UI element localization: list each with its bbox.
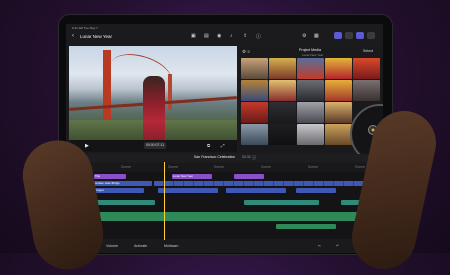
- video-clip[interactable]: [154, 181, 380, 186]
- video-clip[interactable]: [158, 188, 218, 193]
- viewer-controls: ▶ 00:00:07:11 ⧉ ⤢: [69, 140, 237, 152]
- thumb[interactable]: [325, 58, 352, 79]
- info-icon[interactable]: ⓘ: [252, 155, 256, 161]
- thumb[interactable]: [269, 58, 296, 79]
- timeline-duration: 00:32: [242, 155, 251, 159]
- video-clip[interactable]: [226, 188, 286, 193]
- thumb[interactable]: [325, 80, 352, 101]
- thumb[interactable]: [241, 58, 268, 79]
- info-icon[interactable]: ⓘ: [256, 33, 261, 40]
- couple-figures: [143, 76, 165, 140]
- settings-icon[interactable]: ⚙: [302, 33, 306, 39]
- thumb[interactable]: [241, 124, 268, 145]
- top-bar: 9:41 AM Tue May 7 ‹ Lunar New Year ▣ ▤ ◉…: [66, 24, 383, 44]
- thumb[interactable]: [353, 58, 380, 79]
- photo-icon[interactable]: ▣: [191, 33, 196, 39]
- grid-view-icon[interactable]: ▦: [314, 33, 319, 39]
- thumb[interactable]: [297, 58, 324, 79]
- effects-button[interactable]: [345, 32, 353, 39]
- timecode: 00:00:07:11: [144, 142, 166, 149]
- fullscreen-icon[interactable]: ⤢: [221, 143, 225, 148]
- titles-button[interactable]: [356, 32, 364, 39]
- timeline-header: San Francisco Celebration 00:32 ⓘ: [66, 154, 383, 162]
- project-title: Lunar New Year: [80, 34, 113, 39]
- thumb[interactable]: [297, 124, 324, 145]
- thumb[interactable]: [297, 102, 324, 123]
- ruler-label: Scene: [121, 165, 131, 169]
- browser-subtitle: Lunar New Year: [302, 53, 324, 57]
- ruler-label: Scene: [261, 165, 271, 169]
- timeline-project-name: San Francisco Celebration: [194, 155, 236, 159]
- camera-icon[interactable]: ◉: [217, 33, 221, 39]
- dragon-clip[interactable]: Dragon: [94, 188, 144, 193]
- thumb[interactable]: [325, 102, 352, 123]
- ruler-label: Scene: [168, 165, 178, 169]
- timeline-tracks: Title Lunar New Year Golden Gate Bridge …: [66, 172, 383, 239]
- bridge-tower-far: [168, 74, 172, 110]
- playhead[interactable]: [164, 162, 165, 240]
- play-icon[interactable]: ▶: [85, 143, 89, 149]
- media-browser-button[interactable]: [334, 32, 342, 39]
- timeline-ruler: Scene Scene Scene Scene Scene Scene: [66, 163, 383, 172]
- volume-button[interactable]: Volume: [106, 244, 118, 248]
- animate-button[interactable]: Animate: [134, 244, 147, 248]
- select-button[interactable]: Select: [363, 49, 373, 53]
- ruler-label: Scene: [214, 165, 224, 169]
- audio-clip[interactable]: [244, 200, 319, 205]
- music-clip[interactable]: Music: [80, 212, 380, 221]
- bottom-toolbar: Inspect Volume Animate Multicam ✂ ↶ ⌫: [66, 241, 383, 253]
- status-time: 9:41 AM Tue May 7: [72, 26, 98, 30]
- title-clip[interactable]: Lunar New Year: [172, 174, 212, 179]
- video-clip[interactable]: [296, 188, 336, 193]
- undo-icon[interactable]: ↶: [336, 244, 339, 248]
- split-icon[interactable]: ✂: [318, 244, 321, 248]
- browser-icons[interactable]: ⚙ ≡: [242, 49, 250, 55]
- thumb[interactable]: [353, 80, 380, 101]
- ruler-label: Scene: [308, 165, 318, 169]
- multicam-button[interactable]: Multicam: [164, 244, 178, 248]
- video-viewer[interactable]: [69, 46, 237, 140]
- export-icon[interactable]: ⇪: [243, 33, 247, 39]
- video-clip[interactable]: Golden Gate Bridge: [94, 181, 152, 186]
- browser-title: Project Media: [299, 48, 321, 52]
- thumb[interactable]: [297, 80, 324, 101]
- thumb[interactable]: [241, 80, 268, 101]
- bridge-cable: [105, 46, 177, 101]
- thumb[interactable]: [241, 102, 268, 123]
- inspector-button[interactable]: [367, 32, 375, 39]
- title-clip[interactable]: [234, 174, 264, 179]
- back-icon[interactable]: ‹: [72, 33, 74, 39]
- thumb[interactable]: [325, 124, 352, 145]
- thumb[interactable]: [269, 102, 296, 123]
- audio-clip[interactable]: [276, 224, 336, 229]
- folder-icon[interactable]: ▤: [204, 33, 209, 39]
- media-browser: ⚙ ≡ Project Media Lunar New Year Select …: [239, 46, 383, 164]
- thumb[interactable]: [269, 124, 296, 145]
- title-clip[interactable]: Title: [94, 174, 126, 179]
- bridge-tower: [103, 50, 111, 124]
- app-screen: 9:41 AM Tue May 7 ‹ Lunar New Year ▣ ▤ ◉…: [66, 24, 383, 253]
- ruler-label: Scene: [355, 165, 365, 169]
- mic-icon[interactable]: ♪: [230, 33, 233, 39]
- thumb[interactable]: [269, 80, 296, 101]
- crop-icon[interactable]: ⧉: [207, 143, 210, 148]
